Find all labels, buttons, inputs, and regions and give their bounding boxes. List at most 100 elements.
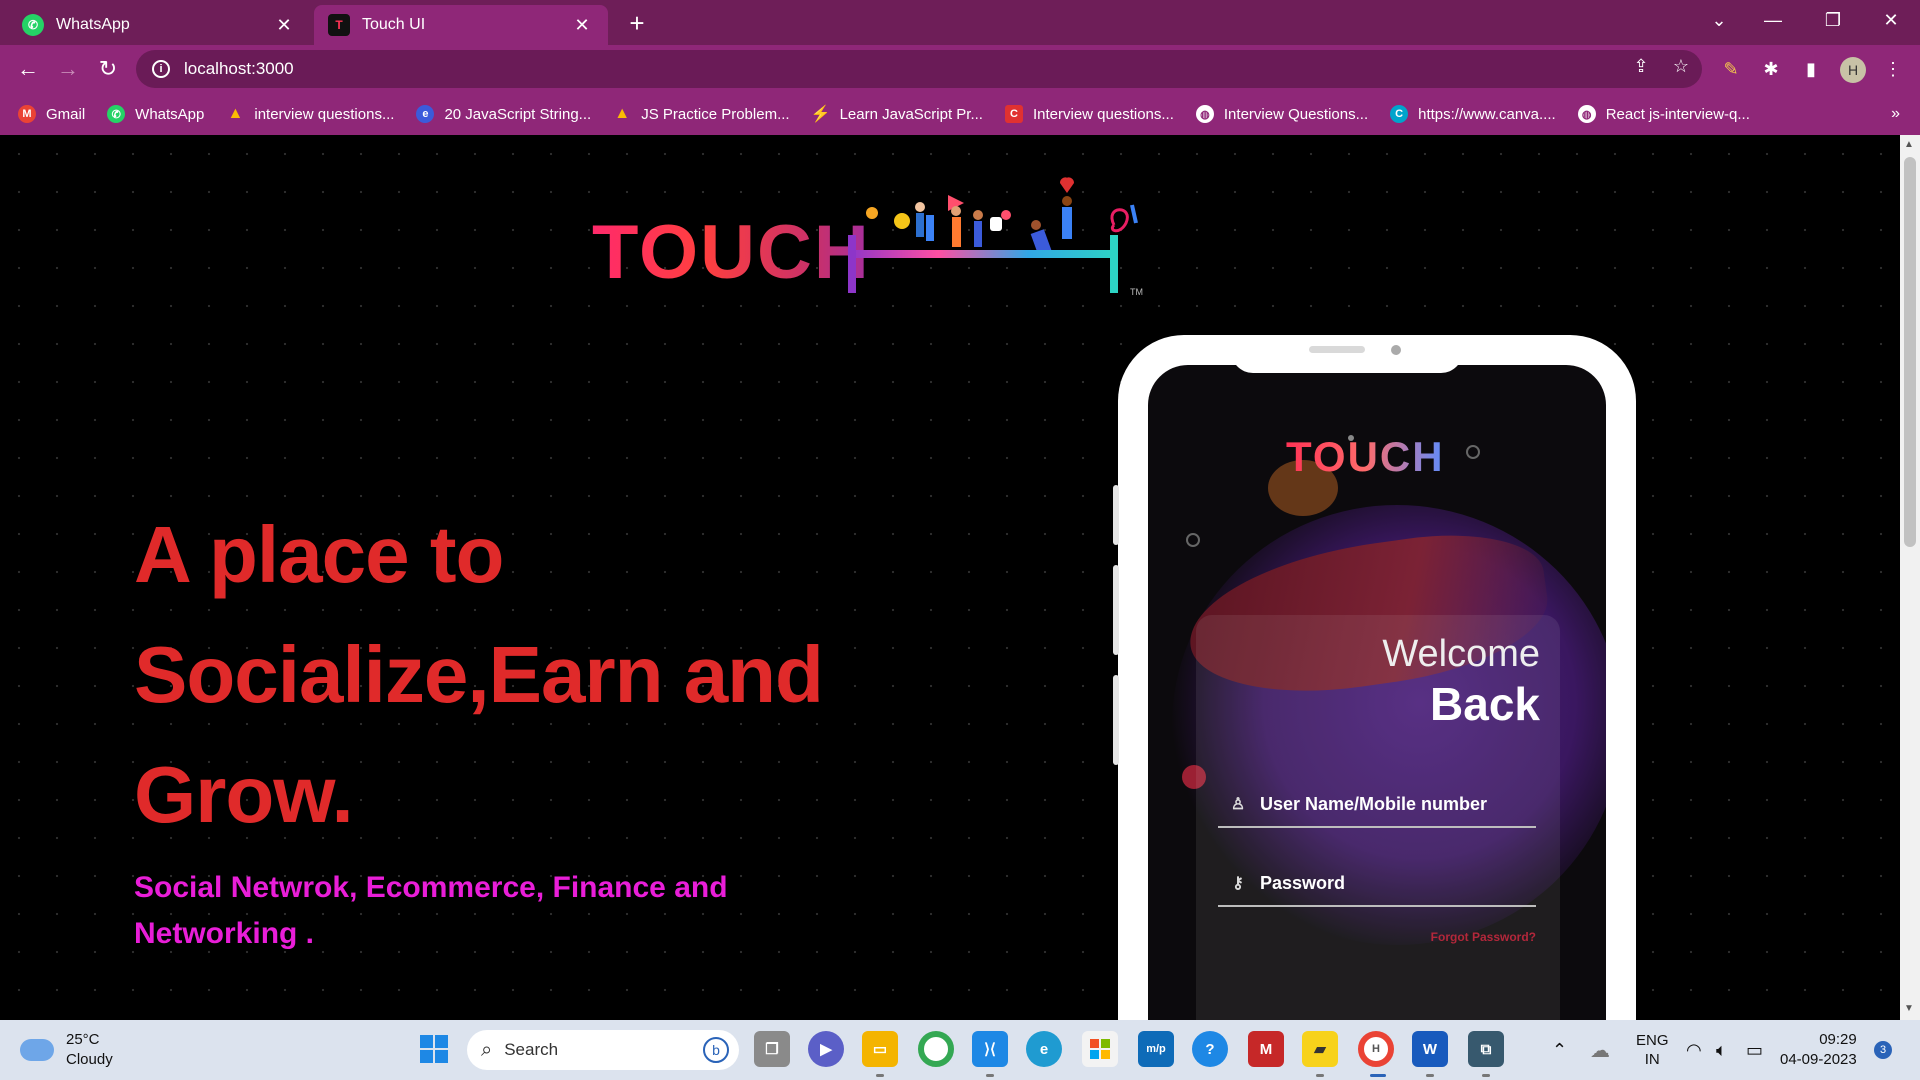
headline-line: Grow.	[134, 750, 354, 839]
extension-pencil-icon[interactable]: ✎	[1718, 56, 1744, 82]
notification-badge[interactable]: 3	[1874, 1041, 1892, 1059]
weather-desc: Cloudy	[66, 1051, 113, 1068]
lang-line2: IN	[1644, 1051, 1660, 1068]
phone-notch	[1231, 335, 1463, 373]
site-info-icon[interactable]: i	[152, 60, 170, 78]
browser-toolbar: ← → ↻ i localhost:3000 ⇪ ☆ ✎ ✱ ▮ H ⋮	[0, 45, 1920, 93]
tray-overflow-icon[interactable]: ⌃	[1552, 1020, 1567, 1080]
url-text: localhost:3000	[184, 59, 294, 78]
running-indicator	[1316, 1074, 1324, 1077]
phone-camera	[1391, 345, 1401, 355]
bookmark-learn-js[interactable]: ⚡ Learn JavaScript Pr...	[811, 105, 983, 124]
phone-logo-text: TOUCH	[1286, 433, 1445, 480]
phone-side-button	[1113, 565, 1119, 655]
headline-line: Socialize,Earn and	[134, 630, 824, 719]
bookmark-canva[interactable]: Chttps://www.canva....	[1390, 105, 1556, 123]
ms-store-icon[interactable]	[1082, 1031, 1118, 1067]
bookmark-gmail[interactable]: M Gmail	[18, 105, 85, 123]
bookmark-label: 20 JavaScript String...	[444, 105, 592, 123]
lang-line1: ENG	[1636, 1032, 1669, 1049]
tab-title: Touch UI	[362, 16, 426, 33]
username-placeholder: User Name/Mobile number	[1260, 793, 1488, 814]
username-field[interactable]: ♙ User Name/Mobile number	[1218, 782, 1536, 828]
side-panel-icon[interactable]: ▮	[1798, 56, 1824, 82]
running-indicator	[1482, 1074, 1490, 1077]
headline-line: A place to	[134, 510, 504, 599]
running-indicator	[1426, 1074, 1434, 1077]
bookmark-label: Gmail	[46, 105, 86, 123]
clock-date: 04-09-2023	[1780, 1051, 1857, 1068]
tab-touch-ui[interactable]: T Touch UI ✕	[314, 5, 608, 45]
windows-start-icon[interactable]	[416, 1031, 452, 1067]
chrome-profile-icon[interactable]: H	[1358, 1031, 1394, 1067]
tab-whatsapp[interactable]: ✆ WhatsApp ✕	[8, 5, 310, 45]
bookmark-interview-c[interactable]: C Interview questions...	[1004, 105, 1174, 123]
restore-icon[interactable]: ❐	[1806, 0, 1860, 40]
get-help-icon[interactable]: ?	[1192, 1031, 1228, 1067]
tab-search-chevron-icon[interactable]: ⌄	[1692, 0, 1746, 40]
address-bar[interactable]: i localhost:3000	[136, 50, 1702, 88]
share-icon[interactable]: ⇪	[1628, 53, 1654, 79]
bookmark-react-interview[interactable]: ◍ React js-interview-q...	[1577, 105, 1750, 123]
new-tab-button[interactable]: +	[622, 8, 652, 38]
page-scrollbar[interactable]: ▲ ▼	[1900, 135, 1920, 1020]
forward-arrow-icon[interactable]: →	[52, 53, 84, 85]
logo-bar-end	[848, 235, 856, 293]
close-icon[interactable]: ✕	[272, 13, 296, 37]
running-indicator	[986, 1074, 994, 1077]
sticky-notes-icon[interactable]: ▰	[1302, 1031, 1338, 1067]
back-arrow-icon[interactable]: ←	[12, 53, 44, 85]
reload-icon[interactable]: ↻	[92, 53, 124, 85]
whatsapp-icon: ✆	[22, 14, 44, 36]
scrollbar-thumb[interactable]	[1904, 157, 1916, 547]
touch-t-icon: T	[328, 14, 350, 36]
bookmark-star-icon[interactable]: ☆	[1668, 53, 1694, 79]
bookmarks-bar: M Gmail ✆ WhatsApp ▲ interview questions...…	[0, 93, 1920, 135]
extensions-puzzle-icon[interactable]: ✱	[1758, 56, 1784, 82]
bookmark-interview-globe[interactable]: ◍ Interview Questions...	[1195, 105, 1368, 123]
bookmark-whatsapp[interactable]: ✆ WhatsApp	[107, 105, 204, 123]
onedrive-cloud-icon[interactable]: ☁	[1590, 1020, 1610, 1080]
bookmark-js-string[interactable]: e 20 JavaScript String...	[416, 105, 591, 123]
chat-camera-icon[interactable]: ▶	[808, 1031, 844, 1067]
close-icon[interactable]: ✕	[570, 13, 594, 37]
chrome-icon[interactable]	[918, 1031, 954, 1067]
volume-icon[interactable]: 🔈︎	[1716, 1020, 1727, 1080]
menu-kebab-icon[interactable]: ⋮	[1880, 56, 1906, 82]
minimize-icon[interactable]: —	[1746, 0, 1800, 40]
taskbar-search-box[interactable]: ⌕ Search b	[467, 1030, 739, 1070]
system-clock[interactable]: 09:29 04-09-2023	[1780, 1030, 1857, 1070]
vscode-icon[interactable]: ⟩⟨	[972, 1031, 1008, 1067]
active-indicator	[1370, 1074, 1386, 1077]
edge-icon[interactable]: e	[1026, 1031, 1062, 1067]
window-close-icon[interactable]: ✕	[1864, 0, 1918, 40]
mylio-icon[interactable]: m/p	[1138, 1031, 1174, 1067]
task-view-icon[interactable]: ❐	[754, 1031, 790, 1067]
profile-avatar[interactable]: H	[1840, 57, 1866, 83]
hero-headline: A place to Socialize,Earn and Grow.	[134, 495, 894, 855]
drive-icon: ▲	[227, 105, 244, 122]
key-icon: ⚷	[1232, 875, 1244, 892]
scroll-down-arrow-icon[interactable]: ▼	[1904, 1003, 1914, 1014]
mcafee-icon[interactable]: M	[1248, 1031, 1284, 1067]
remote-desktop-icon[interactable]: ⧉	[1468, 1031, 1504, 1067]
weather-widget[interactable]: 25°C Cloudy	[20, 1030, 113, 1070]
bookmark-interview-questions[interactable]: ▲ interview questions...	[226, 105, 394, 123]
word-icon[interactable]: W	[1412, 1031, 1448, 1067]
running-indicator	[876, 1074, 884, 1077]
password-field[interactable]: ⚷ Password	[1218, 861, 1536, 907]
clock-time: 09:29	[1819, 1031, 1857, 1048]
bing-icon[interactable]: b	[703, 1037, 729, 1063]
scroll-up-arrow-icon[interactable]: ▲	[1904, 139, 1914, 150]
bookmark-label: https://www.canva....	[1418, 105, 1556, 123]
phone-mockup: TOUCH Welcome Back ♙ User Name/Mobile nu…	[1113, 335, 1636, 1020]
language-indicator[interactable]: ENG IN	[1636, 1020, 1669, 1080]
bookmark-js-practice[interactable]: ▲ JS Practice Problem...	[613, 105, 789, 123]
file-explorer-icon[interactable]: ▭	[862, 1031, 898, 1067]
bookmarks-overflow-icon[interactable]: »	[1891, 105, 1900, 123]
forgot-password-link[interactable]: Forgot Password?	[1431, 930, 1536, 944]
wifi-icon[interactable]: ◠	[1686, 1020, 1702, 1080]
phone-side-button	[1113, 675, 1119, 765]
logo-text: TOUCH	[592, 210, 871, 295]
battery-icon[interactable]: ▭	[1746, 1020, 1763, 1080]
